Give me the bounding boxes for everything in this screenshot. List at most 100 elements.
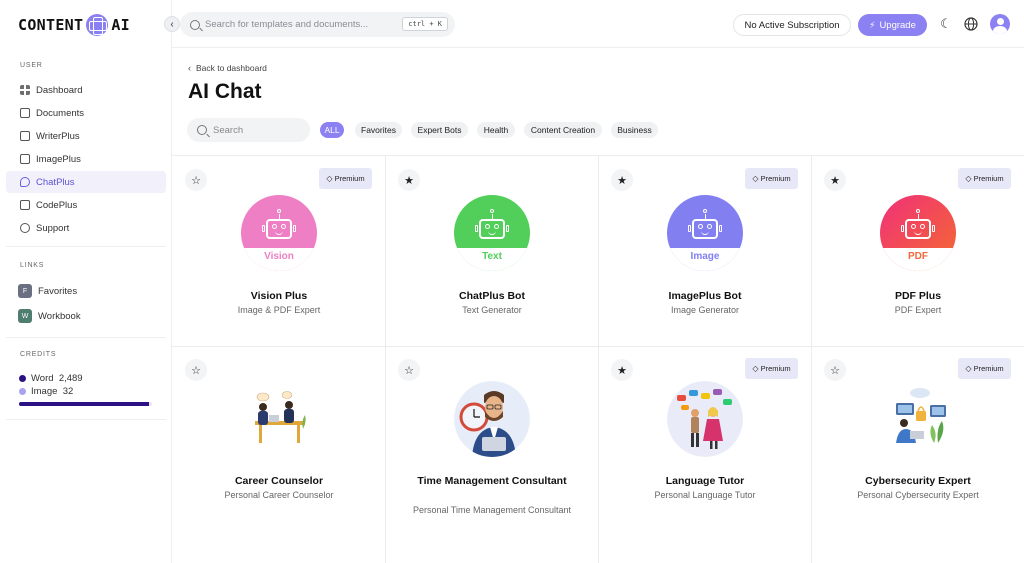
bot-avatar: Vision [241,195,317,271]
sidebar-item-label: Dashboard [36,84,83,96]
bot-type-label: Vision [241,248,317,271]
filter-chip-favorites[interactable]: Favorites [355,122,402,138]
favorite-toggle[interactable]: ★ [611,359,633,381]
sidebar-divider [6,419,166,420]
favorite-toggle[interactable]: ☆ [398,359,420,381]
sidebar-item-chatplus[interactable]: ChatPlus [6,171,166,193]
terminal-icon [20,200,30,210]
favorite-toggle[interactable]: ★ [398,169,420,191]
filter-chip-health[interactable]: Health [477,122,515,138]
diamond-icon: ◇ [326,174,333,183]
card-subtitle: Personal Language Tutor [654,490,756,500]
card-subtitle: PDF Expert [894,305,942,315]
robot-icon [262,209,296,245]
document-icon [20,131,30,141]
lifebuoy-icon [20,223,30,233]
sidebar-item-codeplus[interactable]: CodePlus [6,194,166,216]
sidebar-divider [6,246,166,247]
filter-chip-content-creation[interactable]: Content Creation [524,122,602,138]
user-avatar[interactable] [990,14,1010,34]
upgrade-button[interactable]: ⚡ Upgrade [858,14,927,36]
dark-mode-toggle[interactable]: ☾ [938,16,954,32]
credit-progress-fill [19,402,150,406]
sidebar-item-support[interactable]: Support [6,217,166,239]
sidebar-divider [6,337,166,338]
filter-chip-business[interactable]: Business [611,122,658,138]
brand-text-left: CONTENT [18,16,84,34]
cybersecurity-illustration [880,381,956,457]
credit-label: Image [31,386,58,397]
card-title: ChatPlus Bot [459,290,525,302]
favorite-toggle[interactable]: ★ [611,169,633,191]
favorite-toggle[interactable]: ☆ [824,359,846,381]
card-title: Vision Plus [250,290,308,302]
bot-card-imageplus-bot[interactable]: ★ ◇ Premium Image ImagePlus Bot Image Gen… [599,157,811,343]
section-label-credits: CREDITS [20,351,57,358]
card-subtitle: Text Generator [462,305,522,315]
image-icon [20,154,30,164]
favorite-toggle[interactable]: ☆ [185,169,207,191]
chat-search[interactable] [187,118,310,142]
global-search[interactable]: ctrl + K [180,12,455,37]
back-link-label: Back to dashboard [196,63,267,73]
bot-card-cybersecurity-expert[interactable]: ☆ ◇ Premium Cybersecurity Expert Personal… [812,347,1024,533]
bot-card-language-tutor[interactable]: ★ ◇ Premium Language Tutor Personal Langu… [599,347,811,533]
bot-type-label: PDF [880,248,956,271]
sidebar-item-writerplus[interactable]: WriterPlus [6,125,166,147]
favorite-toggle[interactable]: ☆ [185,359,207,381]
sidebar-link-favorites[interactable]: F Favorites [18,282,77,300]
sidebar-item-label: Documents [36,107,85,119]
robot-icon [475,209,509,245]
career-counselor-illustration [241,381,317,457]
section-label-user: USER [20,62,43,69]
sidebar-link-label: Favorites [38,285,78,297]
diamond-icon: ◇ [752,364,759,373]
card-subtitle: Image Generator [670,305,740,315]
bot-card-career-counselor[interactable]: ☆ Career Counselor Personal Career Couns… [173,347,385,533]
filter-chip-all[interactable]: ALL [320,122,344,138]
sidebar-collapse-button[interactable]: ‹ [164,16,180,32]
chat-search-input[interactable] [213,124,293,136]
premium-badge: ◇ Premium [745,168,798,189]
star-outline-icon: ☆ [404,364,414,377]
credit-label: Word [31,373,54,384]
sidebar-item-imageplus[interactable]: ImagePlus [6,148,166,170]
credit-row-image: Image 32 [19,386,73,397]
plus-icon [86,14,109,36]
sidebar-link-workbook[interactable]: W Workbook [18,307,81,325]
sidebar-item-label: ImagePlus [36,153,81,165]
back-to-dashboard-link[interactable]: ‹ Back to dashboard [188,63,267,73]
global-search-input[interactable] [205,19,395,30]
bot-card-time-management-consultant[interactable]: ☆ Time Management Consultant Personal Ti… [386,347,598,533]
bot-avatar: Text [454,195,530,271]
search-icon [197,125,207,135]
premium-badge: ◇ Premium [745,358,798,379]
card-title: Cybersecurity Expert [865,475,971,487]
chevron-left-icon: ‹ [188,63,191,73]
subscription-status-button[interactable]: No Active Subscription [733,14,851,36]
favorite-toggle[interactable]: ★ [824,169,846,191]
sidebar-item-label: WriterPlus [36,130,80,142]
globe-icon [964,17,978,31]
card-subtitle: Personal Career Counselor [224,490,334,500]
bot-card-chatplus-bot[interactable]: ★ Text ChatPlus Bot Text Generator [386,157,598,343]
sidebar-item-documents[interactable]: Documents [6,102,166,124]
credit-value: 2,489 [58,373,83,384]
bot-card-vision-plus[interactable]: ☆ ◇ Premium Vision Vision Plus Image & PD… [173,157,385,343]
link-initial-avatar: W [18,309,32,323]
sidebar: CONTENT AI USER Dashboard Documents Writ… [0,0,172,563]
star-outline-icon: ☆ [830,364,840,377]
star-filled-icon: ★ [617,174,627,187]
star-filled-icon: ★ [830,174,840,187]
filter-chip-expert-bots[interactable]: Expert Bots [411,122,468,138]
sidebar-item-dashboard[interactable]: Dashboard [6,79,166,101]
language-switcher[interactable] [963,16,979,32]
card-title: Language Tutor [665,475,745,487]
diamond-icon: ◇ [965,174,972,183]
premium-label: Premium [760,364,791,373]
brand-logo[interactable]: CONTENT AI [18,13,130,37]
credit-dot [19,388,26,395]
language-tutor-illustration [667,381,743,457]
bot-card-pdf-plus[interactable]: ★ ◇ Premium PDF PDF Plus PDF Expert [812,157,1024,343]
link-initial-avatar: F [18,284,32,298]
